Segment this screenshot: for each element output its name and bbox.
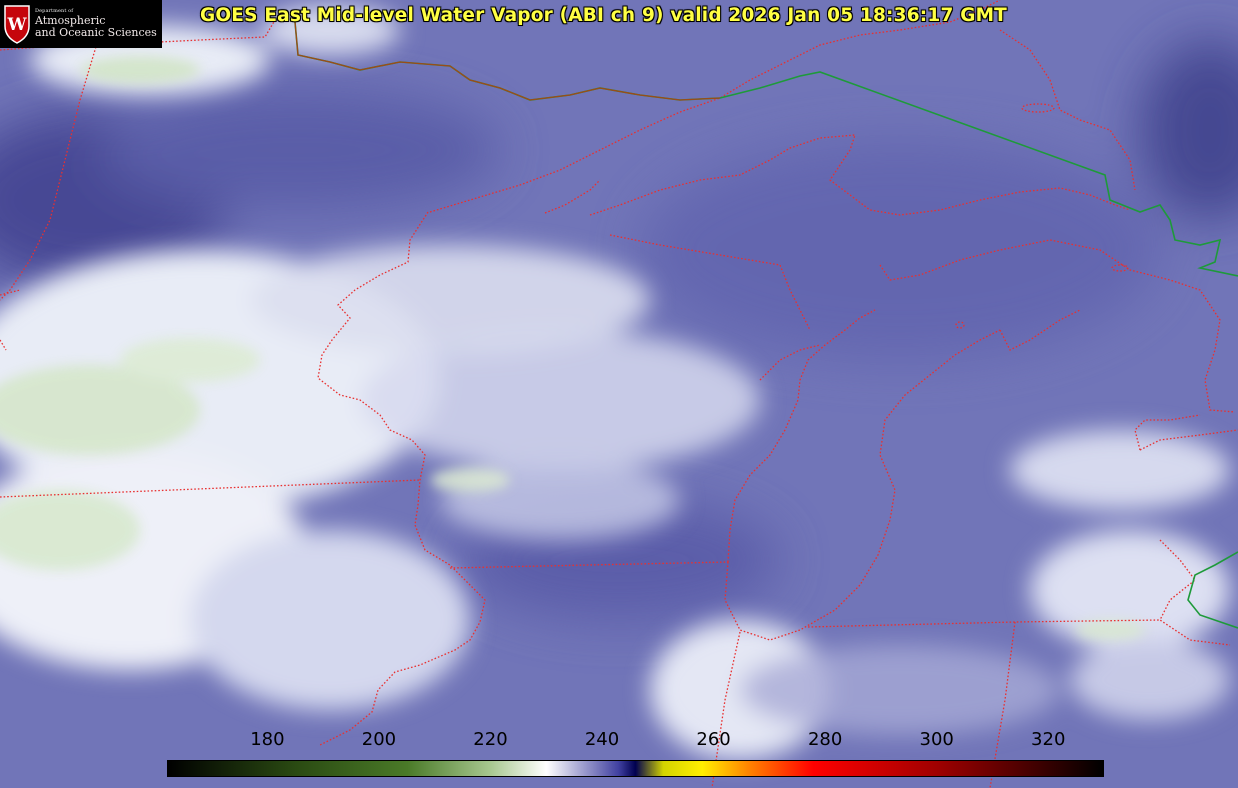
logo-name-line2: and Oceanic Sciences bbox=[35, 25, 157, 39]
svg-text:W: W bbox=[6, 15, 27, 35]
logo-text: Department of Atmospheric and Oceanic Sc… bbox=[35, 9, 157, 39]
image-title: GOES East Mid-level Water Vapor (ABI ch … bbox=[200, 5, 1008, 26]
colorbar bbox=[167, 760, 1104, 777]
water-vapor-map bbox=[0, 0, 1238, 788]
logo-name-line1: Atmospheric bbox=[35, 13, 106, 27]
uw-crest-icon: W bbox=[4, 5, 30, 44]
uw-aos-logo: W Department of Atmospheric and Oceanic … bbox=[0, 0, 162, 48]
